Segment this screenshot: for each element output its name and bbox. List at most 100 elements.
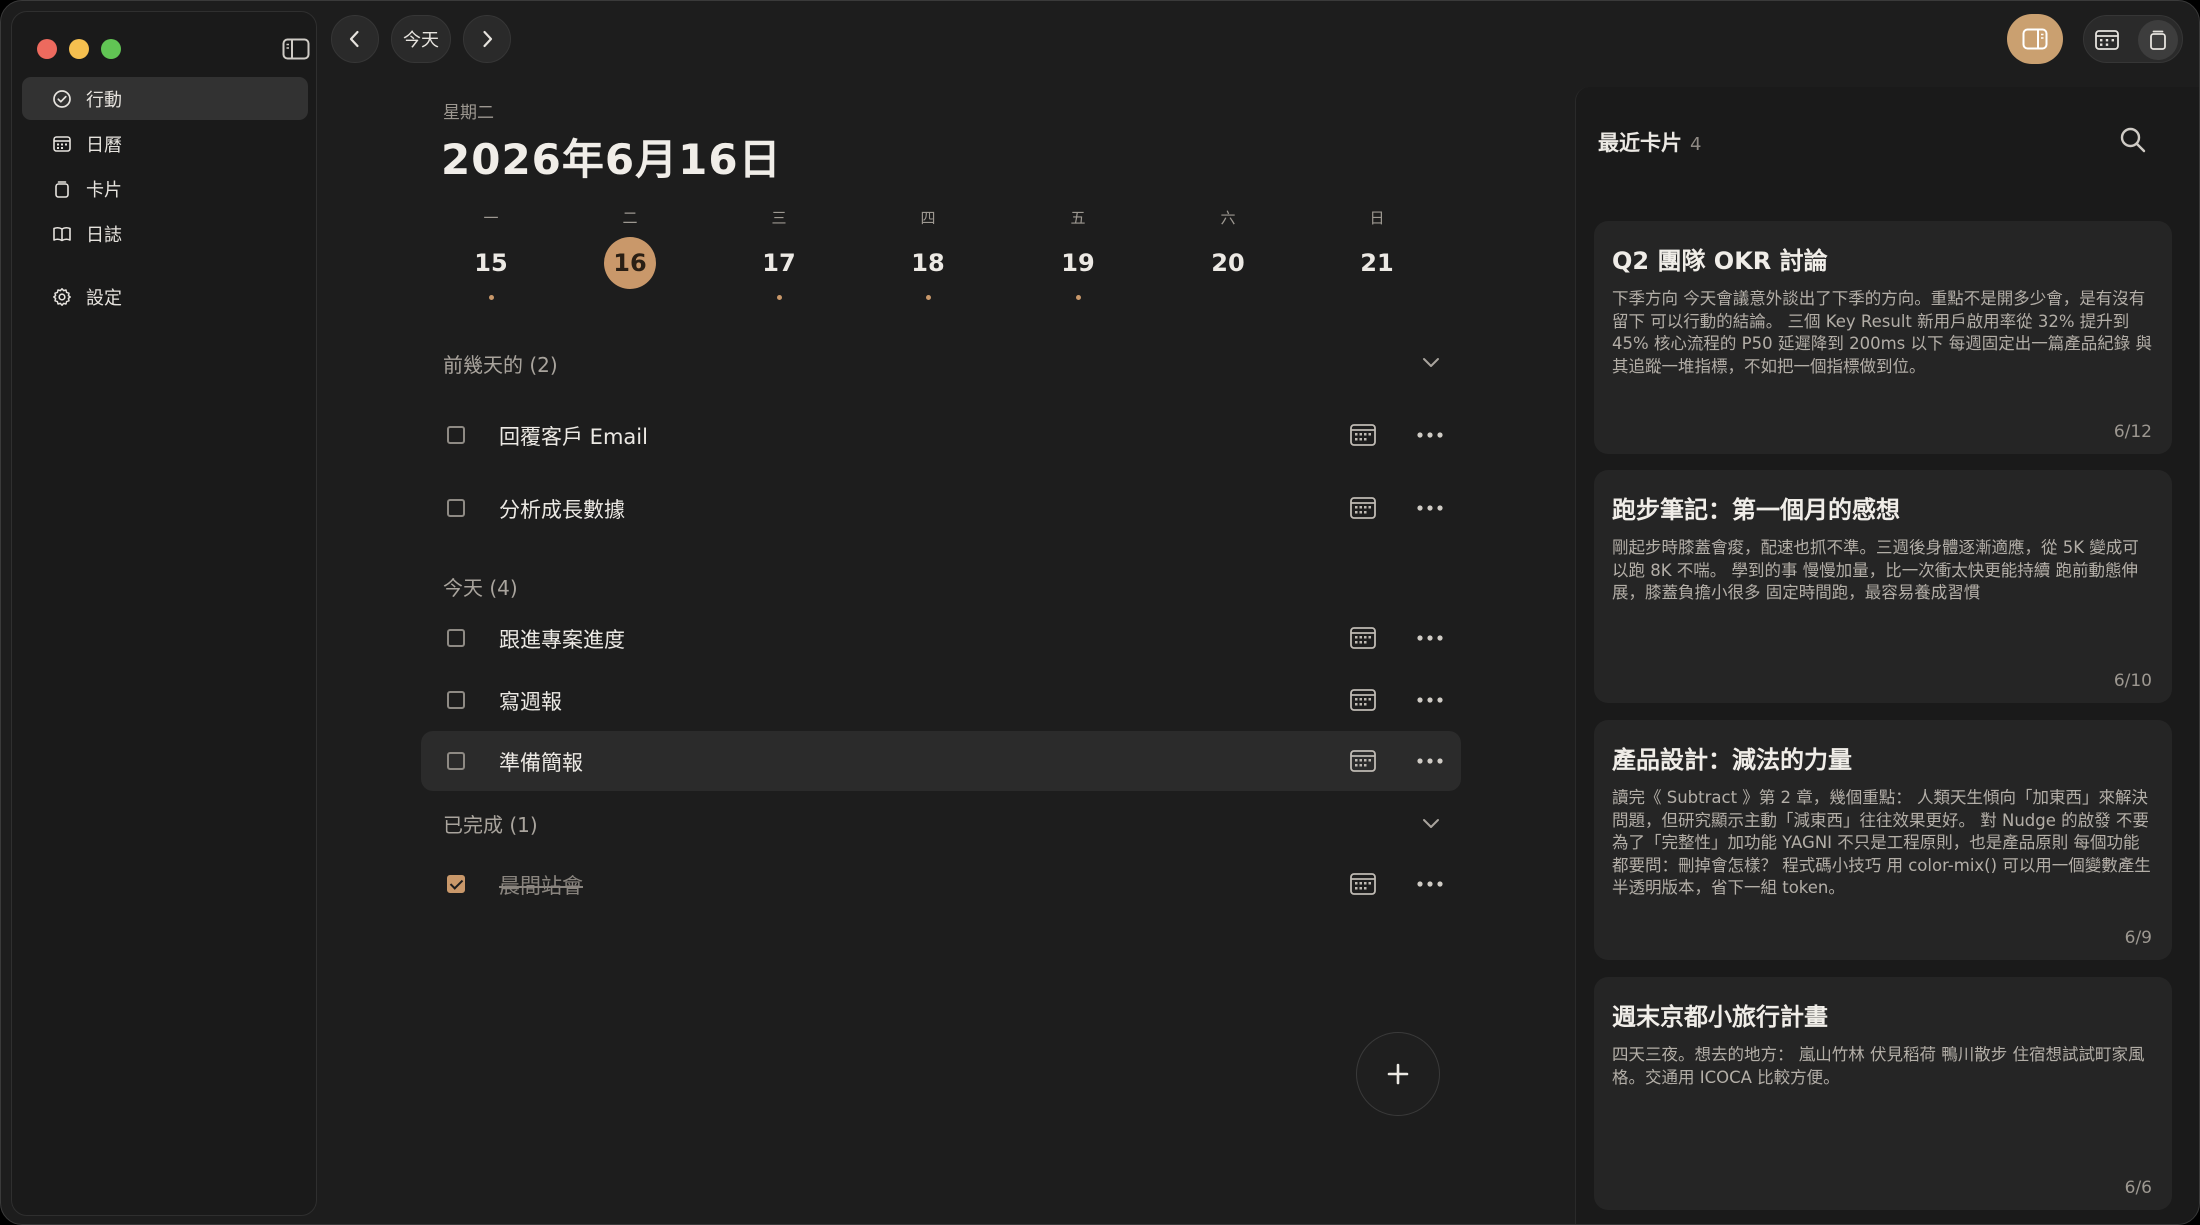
card-item[interactable]: Q2 團隊 OKR 討論 下季方向 今天會議意外談出了下季的方向。重點不是開多少…: [1594, 221, 2172, 454]
previous-week-button[interactable]: [331, 15, 379, 63]
calendar-icon: [53, 135, 71, 152]
task-checkbox[interactable]: [447, 691, 465, 709]
day-21[interactable]: 日 21: [1337, 207, 1417, 300]
card-item[interactable]: 週末京都小旅行計畫 四天三夜。想去的地方： 嵐山竹林 伏見稻荷 鴨川散步 住宿想…: [1594, 977, 2172, 1210]
event-dot: [776, 295, 782, 300]
schedule-calendar-icon[interactable]: [1349, 495, 1377, 521]
close-window-button[interactable]: [37, 39, 57, 59]
task-label: 跟進專案進度: [499, 628, 625, 652]
day-17[interactable]: 三 17: [739, 207, 819, 300]
card-icon: [55, 180, 69, 198]
day-weekday: 日: [1369, 209, 1385, 227]
task-label: 回覆客戶 Email: [499, 425, 648, 449]
task-label: 晨間站會: [499, 874, 583, 898]
task-row[interactable]: 晨間站會: [421, 854, 1461, 914]
day-16[interactable]: 二 16: [590, 207, 670, 300]
task-row[interactable]: 寫週報: [421, 670, 1461, 730]
card-body: 剛起步時膝蓋會痠，配速也抓不準。三週後身體逐漸適應，從 5K 變成可以跑 8K …: [1612, 538, 2139, 602]
minimize-window-button[interactable]: [69, 39, 89, 59]
toggle-right-panel-button[interactable]: [2007, 14, 2063, 64]
card-date: 6/10: [2113, 671, 2152, 691]
sidebar-item-label: 日曆: [86, 134, 122, 156]
sidebar-toggle-icon[interactable]: [282, 38, 310, 60]
day-19[interactable]: 五 19: [1038, 207, 1118, 300]
schedule-calendar-icon[interactable]: [1349, 687, 1377, 713]
more-options-icon[interactable]: [1415, 872, 1445, 896]
section-previous-title: 前幾天的 (2): [443, 353, 558, 377]
card-title: Q2 團隊 OKR 討論: [1612, 247, 1828, 275]
event-dot: [1075, 295, 1081, 300]
panel-count: 4: [1690, 134, 1702, 155]
sidebar-item-label: 卡片: [86, 179, 122, 201]
day-15[interactable]: 一 15: [451, 207, 531, 300]
day-number: 21: [1360, 249, 1394, 277]
section-today-title: 今天 (4): [443, 576, 518, 600]
day-20[interactable]: 六 20: [1188, 207, 1268, 300]
more-options-icon[interactable]: [1415, 749, 1445, 773]
task-checkbox[interactable]: [447, 499, 465, 517]
calendar-view-icon[interactable]: [2094, 28, 2120, 52]
sidebar-item-label: 日誌: [86, 224, 122, 246]
task-label: 準備簡報: [499, 751, 583, 775]
event-dot: [925, 295, 931, 300]
task-checkbox[interactable]: [447, 426, 465, 444]
task-checkbox[interactable]: [447, 629, 465, 647]
more-options-icon[interactable]: [1415, 496, 1445, 520]
book-icon: [53, 226, 71, 241]
zoom-window-button[interactable]: [101, 39, 121, 59]
card-view-button[interactable]: [2138, 20, 2178, 60]
day-number: 18: [911, 249, 945, 277]
add-task-button[interactable]: [1356, 1032, 1440, 1116]
schedule-calendar-icon[interactable]: [1349, 422, 1377, 448]
recent-cards-panel: 最近卡片 4 Q2 團隊 OKR 討論 下季方向 今天會議意外談出了下季的方向。重…: [1575, 87, 2199, 1224]
sidebar-item-cards[interactable]: 卡片: [22, 167, 308, 210]
task-checkbox-checked[interactable]: [447, 875, 465, 893]
check-circle-icon: [53, 89, 71, 108]
schedule-calendar-icon[interactable]: [1349, 871, 1377, 897]
card-title: 跑步筆記：第一個月的感想: [1612, 496, 1900, 524]
task-label: 寫週報: [499, 690, 562, 714]
day-weekday: 一: [483, 209, 499, 227]
main-content: 星期二 2026年6月16日 一 15 二 16 三 17 四 18 五 19 …: [421, 1, 1481, 1224]
sidebar-item-journal[interactable]: 日誌: [22, 212, 308, 255]
section-completed-title: 已完成 (1): [443, 813, 538, 837]
day-number: 15: [474, 249, 508, 277]
gear-icon: [53, 287, 71, 306]
day-18[interactable]: 四 18: [888, 207, 968, 300]
search-icon[interactable]: [2118, 125, 2148, 155]
card-body: 四天三夜。想去的地方： 嵐山竹林 伏見稻荷 鴨川散步 住宿想試試町家風格。交通用…: [1612, 1045, 2145, 1087]
task-row[interactable]: 跟進專案進度: [421, 608, 1461, 668]
chevron-down-icon[interactable]: [1419, 811, 1443, 835]
sidebar-item-actions[interactable]: 行動: [22, 77, 308, 120]
task-row-hovered[interactable]: 準備簡報: [421, 731, 1461, 791]
schedule-calendar-icon[interactable]: [1349, 625, 1377, 651]
sidebar-item-calendar[interactable]: 日曆: [22, 122, 308, 165]
panel-title-text: 最近卡片: [1598, 131, 1682, 155]
sidebar-nav: 行動 日曆 卡片 日誌 設定: [22, 77, 308, 320]
sidebar: 行動 日曆 卡片 日誌 設定: [11, 11, 317, 1216]
more-options-icon[interactable]: [1415, 688, 1445, 712]
panel-title: 最近卡片 4: [1598, 127, 1701, 157]
schedule-calendar-icon[interactable]: [1349, 748, 1377, 774]
card-date: 6/6: [2124, 1178, 2152, 1198]
task-checkbox[interactable]: [447, 752, 465, 770]
day-number: 19: [1061, 249, 1095, 277]
more-options-icon[interactable]: [1415, 626, 1445, 650]
task-row[interactable]: 分析成長數據: [421, 478, 1461, 538]
day-weekday: 二: [622, 209, 638, 227]
sidebar-item-label: 行動: [86, 89, 122, 111]
task-row[interactable]: 回覆客戶 Email: [421, 405, 1461, 465]
more-options-icon[interactable]: [1415, 423, 1445, 447]
day-weekday: 五: [1070, 209, 1086, 227]
app-window: 行動 日曆 卡片 日誌 設定 今天 星期二 2026年6月16日 一 15 二 …: [0, 0, 2200, 1225]
chevron-down-icon[interactable]: [1419, 350, 1443, 374]
page-title: 2026年6月16日: [441, 135, 782, 184]
event-dot: [488, 295, 494, 300]
card-item[interactable]: 產品設計：減法的力量 讀完《 Subtract 》第 2 章，幾個重點： 人類天…: [1594, 720, 2172, 960]
day-number: 20: [1211, 249, 1245, 277]
day-number: 16: [604, 237, 656, 289]
sidebar-item-settings[interactable]: 設定: [22, 275, 308, 318]
card-item[interactable]: 跑步筆記：第一個月的感想 剛起步時膝蓋會痠，配速也抓不準。三週後身體逐漸適應，從…: [1594, 470, 2172, 703]
card-body: 下季方向 今天會議意外談出了下季的方向。重點不是開多少會，是有沒有留下 可以行動…: [1612, 289, 2152, 376]
